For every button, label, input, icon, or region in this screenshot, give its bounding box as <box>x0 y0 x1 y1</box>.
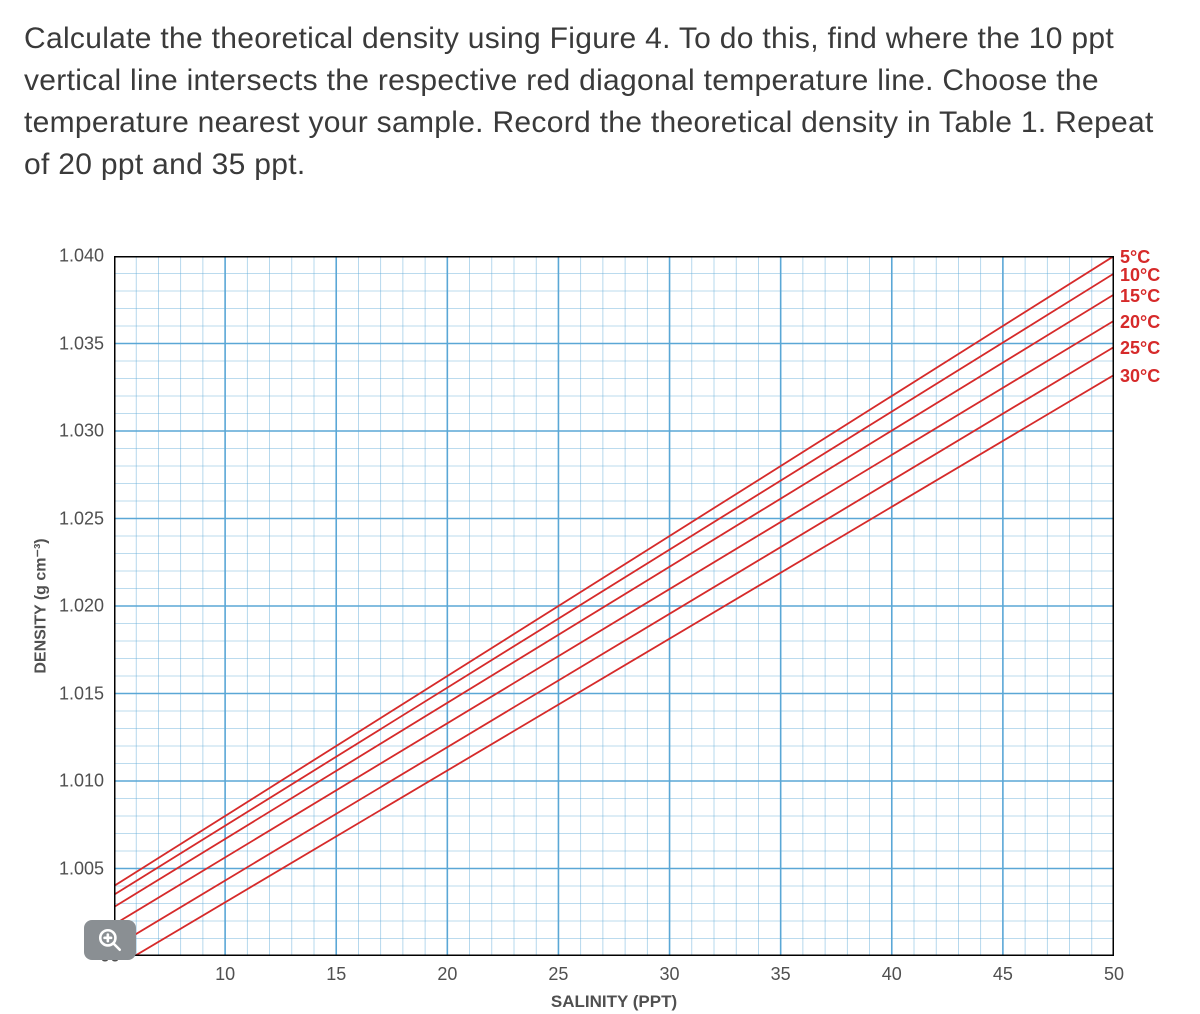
x-tick-label: 45 <box>993 964 1013 985</box>
y-tick-label: 1.015 <box>59 683 104 704</box>
y-tick-label: 1.020 <box>59 596 104 617</box>
legend-entry: 10°C <box>1120 266 1160 284</box>
y-tick-label: 1.010 <box>59 771 104 792</box>
legend-entry: 20°C <box>1120 313 1160 331</box>
x-tick-label: 50 <box>1104 964 1124 985</box>
y-axis-label: DENSITY (g cm⁻³) <box>30 538 50 673</box>
legend-entry: 30°C <box>1120 367 1160 385</box>
x-tick-label: 10 <box>215 964 235 985</box>
y-tick-label: 1.035 <box>59 333 104 354</box>
x-tick-label: 15 <box>326 964 346 985</box>
legend-entry: 5°C <box>1120 248 1150 266</box>
zoom-in-icon[interactable] <box>84 920 136 960</box>
y-tick-label: 1.005 <box>59 858 104 879</box>
x-tick-label: 30 <box>660 964 680 985</box>
x-axis-label: SALINITY (PPT) <box>551 992 677 1012</box>
y-tick-label: 1.040 <box>59 246 104 267</box>
x-tick-label: 40 <box>882 964 902 985</box>
chart-plot-area <box>114 256 1114 956</box>
density-salinity-chart: DENSITY (g cm⁻³) SALINITY (PPT) 1.0401.0… <box>114 256 1114 956</box>
legend-entry: 15°C <box>1120 287 1160 305</box>
x-tick-label: 25 <box>548 964 568 985</box>
x-tick-label: 35 <box>771 964 791 985</box>
instruction-text: Calculate the theoretical density using … <box>24 18 1176 186</box>
y-tick-label: 1.030 <box>59 421 104 442</box>
x-tick-label: 20 <box>437 964 457 985</box>
y-tick-label: 1.025 <box>59 508 104 529</box>
legend-entry: 25°C <box>1120 339 1160 357</box>
